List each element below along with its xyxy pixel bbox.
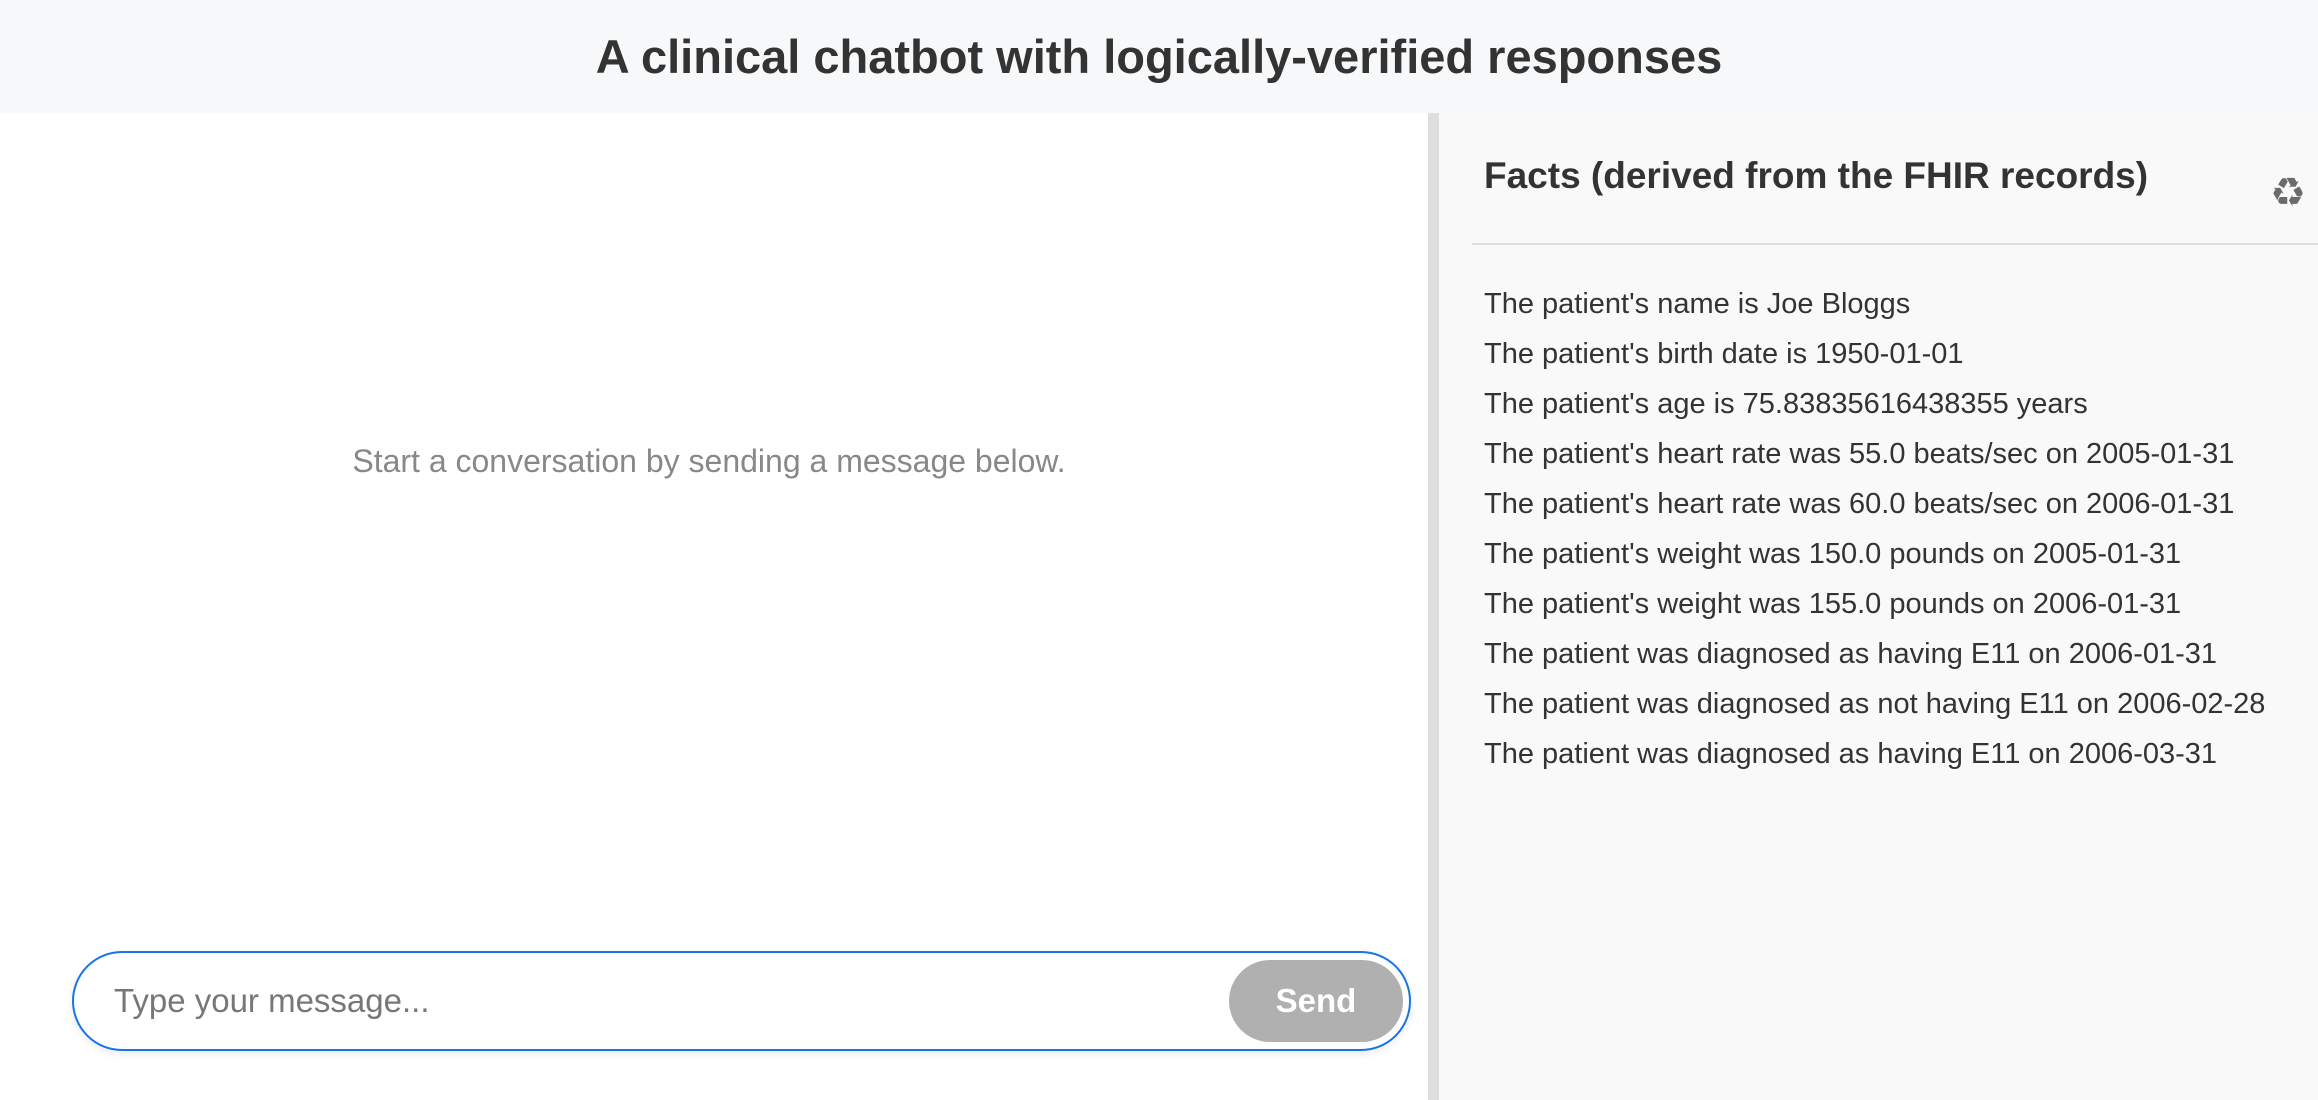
fact-item: The patient's weight was 150.0 pounds on… [1484, 538, 2182, 570]
facts-panel: Facts (derived from the FHIR records) ♻ … [1439, 113, 2318, 1100]
fact-item: The patient's name is Joe Bloggs [1484, 288, 1911, 320]
fact-item: The patient's age is 75.83835616438355 y… [1484, 388, 2088, 420]
fact-item: The patient's birth date is 1950-01-01 [1484, 338, 1964, 370]
recycle-icon[interactable]: ♻ [2270, 173, 2306, 213]
page-title: A clinical chatbot with logically-verifi… [595, 30, 1723, 83]
facts-title: Facts (derived from the FHIR records) [1484, 155, 2149, 196]
fact-item: The patient was diagnosed as not having … [1484, 688, 2266, 720]
chat-panel: Start a conversation by sending a messag… [0, 113, 1428, 1100]
fact-item: The patient's heart rate was 55.0 beats/… [1484, 438, 2235, 470]
facts-list: The patient's name is Joe Bloggs The pat… [1484, 283, 2284, 783]
panel-divider[interactable] [1428, 113, 1439, 1100]
message-input[interactable] [114, 971, 1174, 1031]
fact-item: The patient was diagnosed as having E11 … [1484, 638, 2218, 670]
page-header: A clinical chatbot with logically-verifi… [0, 0, 2318, 113]
message-composer: Send [72, 951, 1411, 1051]
empty-conversation-message: Start a conversation by sending a messag… [352, 443, 1066, 479]
send-button[interactable]: Send [1229, 960, 1403, 1042]
fact-item: The patient was diagnosed as having E11 … [1484, 738, 2218, 770]
facts-header: Facts (derived from the FHIR records) ♻ [1472, 113, 2318, 245]
fact-item: The patient's heart rate was 60.0 beats/… [1484, 488, 2235, 520]
fact-item: The patient's weight was 155.0 pounds on… [1484, 588, 2182, 620]
